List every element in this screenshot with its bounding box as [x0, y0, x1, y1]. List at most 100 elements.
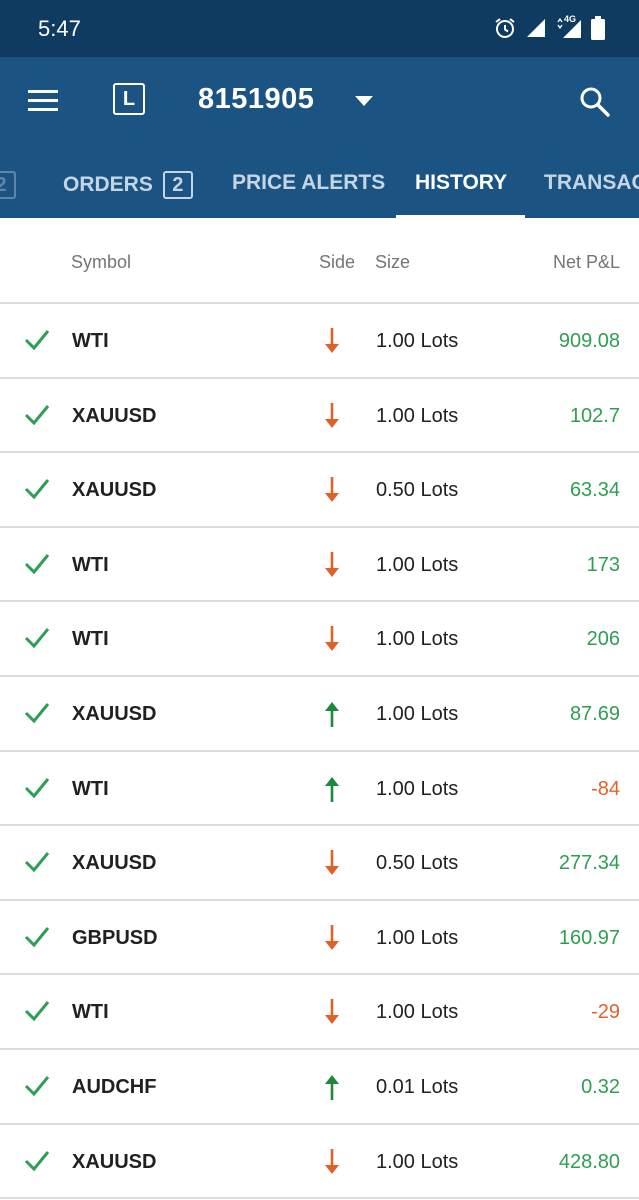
- arrow-down-icon: [325, 626, 339, 652]
- row-symbol: XAUUSD: [72, 1150, 157, 1173]
- row-symbol: WTI: [72, 628, 109, 651]
- row-symbol: GBPUSD: [72, 926, 158, 949]
- row-net-pnl: 428.80: [558, 1150, 620, 1173]
- network-label: 4G: [564, 14, 577, 24]
- check-icon: [24, 703, 50, 724]
- check-icon: [24, 1150, 50, 1171]
- tab-transactions[interactable]: TRANSAC: [544, 171, 639, 195]
- status-time: 5:47: [38, 16, 81, 41]
- status-bar: 5:47 4G: [0, 0, 639, 57]
- alarm-icon: [495, 18, 515, 38]
- arrow-down-icon: [325, 328, 339, 353]
- arrow-up-icon: [325, 1074, 339, 1100]
- row-symbol: WTI: [72, 553, 109, 576]
- row-net-pnl: -29: [591, 1001, 620, 1024]
- row-size: 0.01 Lots: [376, 1075, 459, 1098]
- arrow-down-icon: [325, 551, 339, 577]
- row-size: 1.00 Lots: [376, 1150, 459, 1173]
- row-net-pnl: 87.69: [569, 702, 620, 725]
- history-row[interactable]: XAUUSD 0.50 Lots 277.34: [0, 826, 639, 901]
- check-icon: [24, 1001, 50, 1022]
- arrow-down-icon: [325, 477, 339, 503]
- arrow-up-icon: [325, 776, 339, 802]
- history-row[interactable]: WTI 1.00 Lots 173: [0, 528, 639, 603]
- tab-badge: 2: [0, 171, 16, 199]
- check-icon: [24, 852, 50, 873]
- tab-price-alerts[interactable]: PRICE ALERTS: [232, 171, 385, 195]
- signal-icon: [527, 19, 545, 37]
- row-size: 1.00 Lots: [376, 1001, 459, 1024]
- tab-label: ORDERS: [63, 173, 153, 196]
- column-header-size: Size: [375, 252, 411, 272]
- row-symbol: WTI: [72, 777, 109, 800]
- arrow-down-icon: [325, 1148, 339, 1174]
- row-symbol: XAUUSD: [72, 852, 157, 875]
- arrow-down-icon: [325, 850, 339, 876]
- history-row[interactable]: XAUUSD 1.00 Lots 428.80: [0, 1125, 639, 1200]
- battery-icon: [591, 16, 605, 40]
- menu-icon[interactable]: [26, 85, 62, 117]
- tab-history[interactable]: HISTORY: [415, 171, 507, 195]
- row-size: 1.00 Lots: [376, 628, 459, 651]
- row-symbol: XAUUSD: [72, 479, 157, 502]
- check-icon: [24, 404, 50, 425]
- check-icon: [24, 628, 50, 649]
- row-size: 0.50 Lots: [376, 852, 459, 875]
- row-net-pnl: 63.34: [569, 479, 620, 502]
- history-row[interactable]: GBPUSD 1.00 Lots 160.97: [0, 901, 639, 976]
- history-row[interactable]: AUDCHF 0.01 Lots 0.32: [0, 1050, 639, 1125]
- app-bar: L 8151905 2 ORDERS 2 PRICE ALERTS HISTOR…: [0, 57, 639, 218]
- row-net-pnl: 909.08: [558, 330, 620, 352]
- row-size: 0.50 Lots: [376, 479, 459, 502]
- history-row[interactable]: WTI 1.00 Lots 206: [0, 602, 639, 677]
- column-header-side: Side: [319, 252, 356, 272]
- row-net-pnl: 0.32: [581, 1075, 620, 1098]
- row-symbol: XAUUSD: [72, 404, 157, 427]
- account-type-badge[interactable]: L: [113, 83, 145, 115]
- column-headers: Symbol Side Size Net P&L: [0, 218, 639, 304]
- check-icon: [24, 1075, 50, 1097]
- check-icon: [24, 553, 50, 575]
- search-icon[interactable]: [578, 85, 612, 119]
- row-size: 1.00 Lots: [376, 702, 459, 725]
- check-icon: [24, 479, 50, 500]
- network-4g-icon: 4G: [555, 14, 583, 40]
- row-symbol: WTI: [72, 1001, 109, 1024]
- row-size: 1.00 Lots: [376, 553, 459, 576]
- status-icons: 4G: [493, 14, 605, 42]
- tab-bar: 2 ORDERS 2 PRICE ALERTS HISTORY TRANSAC: [0, 157, 639, 218]
- history-row[interactable]: XAUUSD 0.50 Lots 63.34: [0, 453, 639, 528]
- dropdown-arrow-icon[interactable]: [354, 95, 374, 107]
- row-size: 1.00 Lots: [376, 404, 459, 427]
- row-symbol: WTI: [72, 330, 109, 352]
- arrow-down-icon: [325, 999, 339, 1025]
- account-number[interactable]: 8151905: [198, 83, 314, 116]
- arrow-down-icon: [325, 924, 339, 950]
- history-row[interactable]: XAUUSD 1.00 Lots 102.7: [0, 379, 639, 454]
- row-symbol: AUDCHF: [72, 1075, 157, 1098]
- row-size: 1.00 Lots: [376, 926, 459, 949]
- history-row[interactable]: WTI 1.00 Lots -84: [0, 752, 639, 827]
- history-list: WTI 1.00 Lots 909.08 XAUUSD 1.00 Lots 102.7 XA…: [0, 304, 639, 1200]
- row-net-pnl: 277.34: [558, 852, 620, 875]
- column-header-symbol: Symbol: [71, 252, 132, 272]
- row-size: 1.00 Lots: [376, 777, 459, 800]
- row-net-pnl: 206: [586, 628, 620, 651]
- history-row[interactable]: XAUUSD 1.00 Lots 87.69: [0, 677, 639, 752]
- check-icon: [24, 330, 50, 351]
- tab-label: PRICE ALERTS: [232, 171, 386, 194]
- history-row[interactable]: WTI 1.00 Lots 909.08: [0, 304, 639, 379]
- tab-orders[interactable]: ORDERS 2: [63, 171, 193, 199]
- tab-label: TRANSAC: [544, 171, 639, 194]
- check-icon: [24, 926, 50, 947]
- tab-label: HISTORY: [415, 171, 508, 194]
- row-net-pnl: 102.7: [569, 404, 620, 427]
- arrow-down-icon: [325, 402, 339, 428]
- tab-partial-left[interactable]: 2: [0, 171, 16, 199]
- row-symbol: XAUUSD: [72, 702, 157, 725]
- row-net-pnl: 173: [586, 553, 620, 576]
- history-row[interactable]: WTI 1.00 Lots -29: [0, 975, 639, 1050]
- arrow-up-icon: [325, 701, 339, 727]
- row-size: 1.00 Lots: [376, 330, 459, 352]
- row-net-pnl: -84: [591, 777, 620, 800]
